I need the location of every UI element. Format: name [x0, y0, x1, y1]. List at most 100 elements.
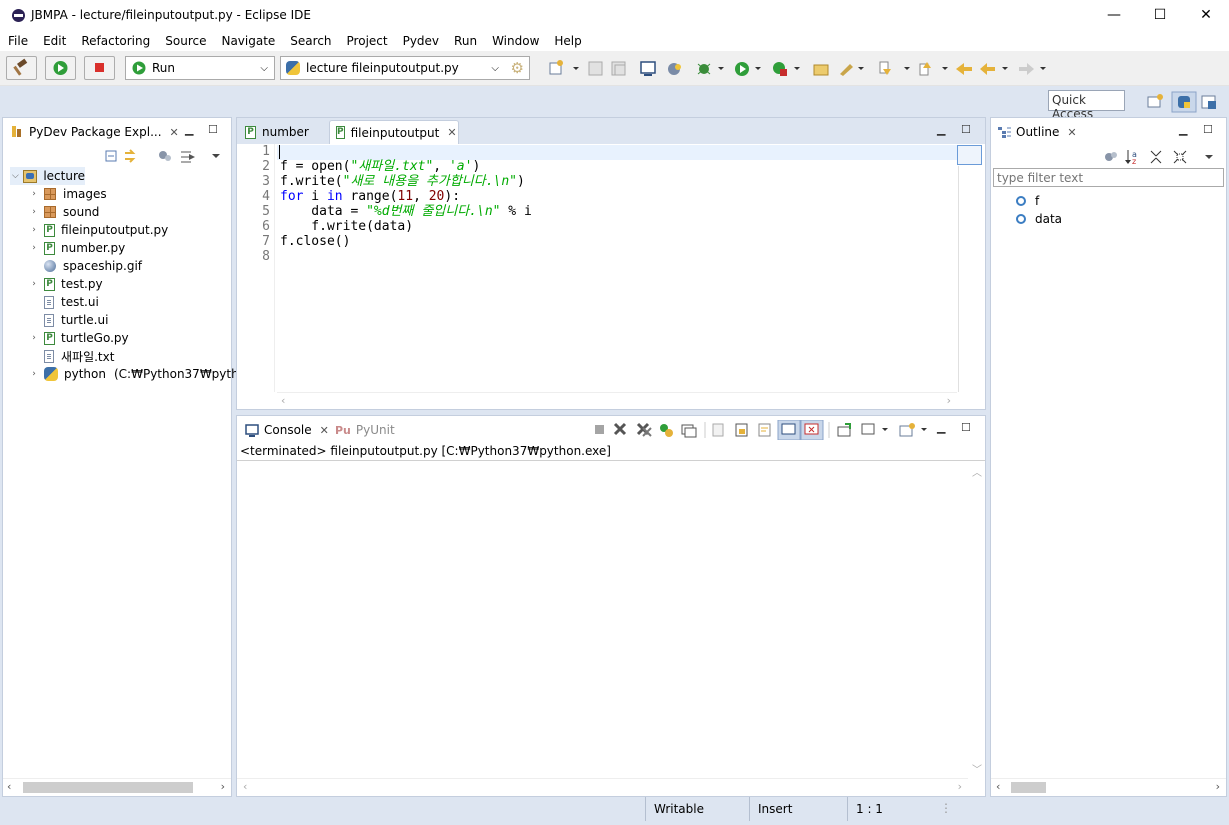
- outline-filter-input[interactable]: [993, 168, 1224, 187]
- scroll-right-icon[interactable]: ›: [958, 780, 962, 793]
- menu-file[interactable]: File: [0, 34, 35, 48]
- menu-help[interactable]: Help: [546, 34, 588, 48]
- tab-package-explorer[interactable]: PyDev Package Expl... ✕: [5, 120, 185, 144]
- scroll-down-icon[interactable]: ﹀: [972, 761, 982, 776]
- open-type-icon[interactable]: [840, 64, 864, 76]
- pin-console-icon[interactable]: [837, 423, 851, 437]
- filter-icon[interactable]: [159, 151, 171, 161]
- tree-item-turtlego[interactable]: › P turtleGo.py: [28, 329, 128, 347]
- tree-item-sound[interactable]: › sound: [28, 203, 99, 221]
- scroll-left-icon[interactable]: ‹: [281, 394, 285, 407]
- external-tools-icon[interactable]: [773, 62, 800, 76]
- outline-horizontal-scrollbar[interactable]: ‹ ›: [991, 778, 1226, 795]
- open-folder-icon[interactable]: [813, 64, 829, 76]
- run-icon[interactable]: [735, 62, 761, 76]
- tree-item-images[interactable]: › images: [28, 185, 106, 203]
- scroll-left-icon[interactable]: ‹: [7, 780, 11, 793]
- save-all-icon[interactable]: [611, 61, 626, 76]
- chevron-right-icon[interactable]: ›: [28, 207, 40, 217]
- close-button[interactable]: ✕: [1183, 0, 1229, 30]
- scroll-thumb[interactable]: [1011, 782, 1046, 793]
- run-button[interactable]: [45, 56, 76, 80]
- debug-icon[interactable]: [697, 63, 724, 75]
- menu-refactoring[interactable]: Refactoring: [73, 34, 157, 48]
- minimize-panel-icon[interactable]: ▁: [1179, 123, 1187, 136]
- console-horizontal-scrollbar[interactable]: ‹ ›: [237, 778, 968, 795]
- maximize-panel-icon[interactable]: ☐: [1203, 123, 1213, 136]
- terminate-icon[interactable]: [595, 425, 604, 434]
- display-console-icon[interactable]: [861, 423, 888, 435]
- view-menu-icon[interactable]: [1205, 155, 1213, 159]
- explorer-horizontal-scrollbar[interactable]: ‹ ›: [3, 778, 231, 795]
- build-button[interactable]: [6, 56, 37, 80]
- tree-item-newfile-txt[interactable]: 새파일.txt: [28, 347, 114, 365]
- chevron-right-icon[interactable]: ›: [28, 369, 40, 379]
- scroll-left-icon[interactable]: ‹: [996, 780, 1000, 793]
- maximize-button[interactable]: ☐: [1137, 0, 1183, 30]
- editor-horizontal-scrollbar[interactable]: ‹ ›: [277, 392, 957, 409]
- scroll-left-icon[interactable]: ‹: [243, 780, 247, 793]
- tree-project-lecture[interactable]: ⌵ lecture: [10, 167, 85, 185]
- tree-item-test-ui[interactable]: test.ui: [28, 293, 99, 311]
- outline-item-f[interactable]: f: [1016, 192, 1039, 210]
- quick-access-input[interactable]: Quick Access: [1048, 90, 1125, 121]
- chevron-down-icon[interactable]: ⌵: [10, 171, 21, 181]
- close-icon[interactable]: ✕: [447, 126, 456, 139]
- debug-perspective-icon[interactable]: [1201, 95, 1216, 109]
- open-console-icon[interactable]: [899, 423, 927, 437]
- pydev-icon[interactable]: [668, 63, 681, 75]
- menu-navigate[interactable]: Navigate: [213, 34, 282, 48]
- menu-search[interactable]: Search: [282, 34, 338, 48]
- forward-icon[interactable]: [1019, 63, 1046, 75]
- menu-edit[interactable]: Edit: [35, 34, 73, 48]
- chevron-right-icon[interactable]: ›: [28, 225, 40, 235]
- scroll-thumb[interactable]: [23, 782, 193, 793]
- sort-icon[interactable]: az: [1125, 150, 1137, 166]
- tab-console[interactable]: Console ✕: [239, 418, 335, 442]
- tree-item-python-interpreter[interactable]: › python (C:₩Python37₩python: [28, 365, 254, 383]
- overview-ruler-marker[interactable]: [957, 145, 982, 165]
- launch-target-select[interactable]: lecture fileinputoutput.py ⌵ ⚙: [280, 56, 530, 80]
- menu-source[interactable]: Source: [157, 34, 213, 48]
- console-vertical-scrollbar[interactable]: ︿ ﹀: [968, 462, 985, 778]
- expand-all-icon[interactable]: [1173, 150, 1187, 164]
- tab-fileinputoutput[interactable]: P fileinputoutput ✕: [329, 120, 459, 144]
- expand-icon[interactable]: [181, 151, 195, 163]
- back-icon[interactable]: [980, 63, 1008, 75]
- code-editor[interactable]: f = open("새파일.txt", 'a') f.write("새로 내용을…: [280, 144, 532, 249]
- tree-item-number[interactable]: › P number.py: [28, 239, 125, 257]
- collapse-all-icon[interactable]: [105, 150, 117, 162]
- maximize-panel-icon[interactable]: ☐: [208, 123, 218, 136]
- close-icon[interactable]: ✕: [170, 126, 179, 139]
- menu-run[interactable]: Run: [446, 34, 484, 48]
- collapse-all-icon[interactable]: [1150, 150, 1162, 164]
- interrupt-icon[interactable]: [660, 424, 673, 437]
- tree-item-spaceship[interactable]: spaceship.gif: [28, 257, 142, 275]
- scroll-right-icon[interactable]: ›: [1216, 780, 1220, 793]
- scroll-right-icon[interactable]: ›: [947, 394, 951, 407]
- close-icon[interactable]: ✕: [1067, 126, 1076, 139]
- minimize-panel-icon[interactable]: ▁: [185, 123, 193, 136]
- link-editor-icon[interactable]: [125, 149, 136, 163]
- new-icon[interactable]: [549, 60, 579, 75]
- gear-icon[interactable]: ⚙: [511, 59, 524, 77]
- remove-all-icon[interactable]: [636, 422, 652, 437]
- menu-window[interactable]: Window: [484, 34, 546, 48]
- maximize-panel-icon[interactable]: ☐: [961, 123, 971, 136]
- scroll-up-icon[interactable]: ︿: [972, 464, 982, 479]
- minimize-panel-icon[interactable]: ▁: [937, 123, 945, 136]
- chevron-right-icon[interactable]: ›: [28, 189, 40, 199]
- console-view-icon[interactable]: [640, 61, 656, 76]
- minimize-panel-icon[interactable]: ▁: [937, 421, 945, 434]
- previous-annotation-icon[interactable]: [919, 62, 948, 76]
- pydev-perspective-icon[interactable]: [1171, 91, 1197, 113]
- chevron-right-icon[interactable]: ›: [28, 243, 40, 253]
- menu-project[interactable]: Project: [339, 34, 395, 48]
- outline-item-data[interactable]: data: [1016, 210, 1062, 228]
- tree-item-test-py[interactable]: › P test.py: [28, 275, 102, 293]
- scroll-lock-icon[interactable]: [735, 423, 748, 437]
- tab-outline[interactable]: Outline ✕: [991, 120, 1083, 144]
- filter-icon[interactable]: [1105, 152, 1117, 161]
- word-wrap-icon[interactable]: [758, 423, 771, 437]
- next-annotation-icon[interactable]: [879, 61, 910, 75]
